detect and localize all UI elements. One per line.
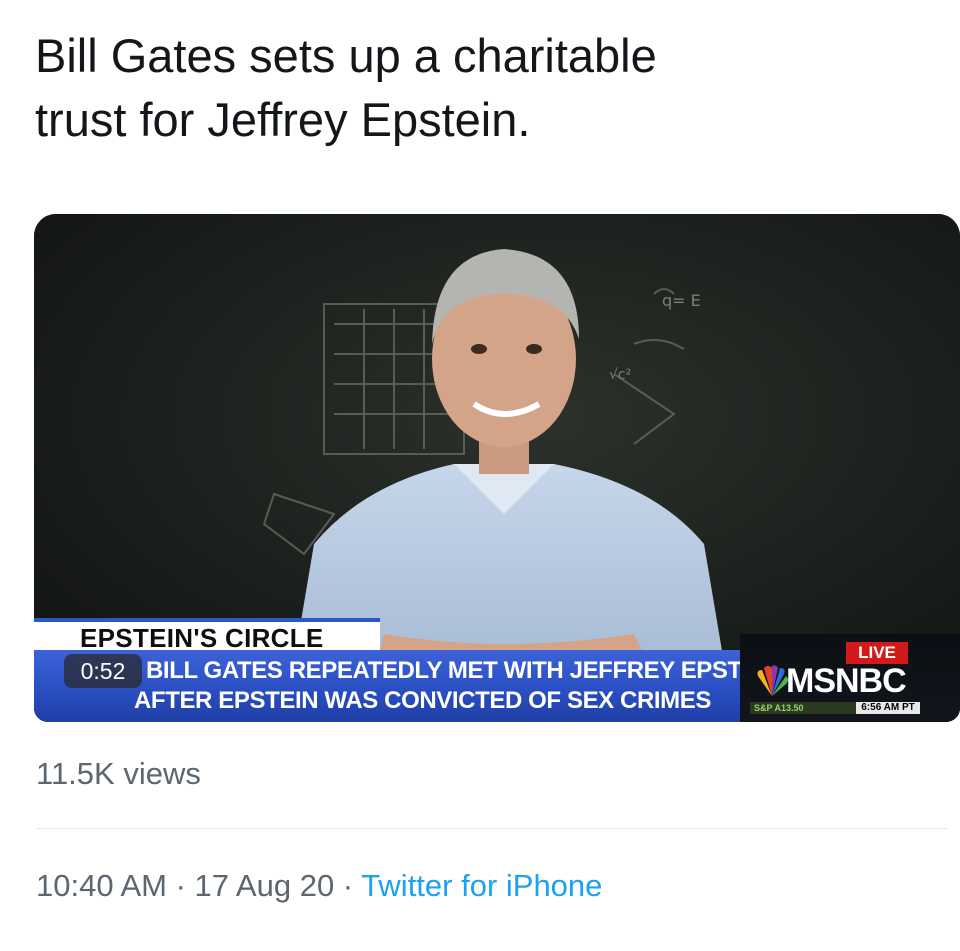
- video-duration-badge: 0:52: [64, 654, 142, 688]
- tweet-source-link[interactable]: Twitter for iPhone: [361, 868, 602, 903]
- tweet-text-line-2: trust for Jeffrey Epstein.: [35, 93, 531, 146]
- divider: [36, 828, 948, 829]
- video-player[interactable]: q= E √c² EPSTEIN'S CIRCLE BILL GATES REP…: [34, 214, 960, 722]
- tweet-date[interactable]: 17 Aug 20: [195, 868, 335, 903]
- view-count: 11.5K views: [36, 756, 201, 791]
- separator: ·: [166, 868, 195, 903]
- live-badge: LIVE: [846, 642, 908, 664]
- lower-third-title: EPSTEIN'S CIRCLE: [34, 618, 380, 653]
- headline-line-1: BILL GATES REPEATEDLY MET WITH JEFFREY E…: [146, 657, 781, 684]
- broadcast-clock: 6:56 AM PT: [856, 702, 920, 714]
- separator: ·: [334, 868, 362, 903]
- tweet-text: Bill Gates sets up a charitable trust fo…: [35, 24, 915, 152]
- headline-line-2: AFTER EPSTEIN WAS CONVICTED OF SEX CRIME…: [134, 687, 711, 714]
- network-name: MSNBC: [786, 662, 907, 700]
- chalk-formula-2: √c²: [609, 367, 631, 383]
- chalk-formula-1: q= E: [662, 291, 701, 310]
- tweet-time[interactable]: 10:40 AM: [36, 868, 167, 903]
- tweet-text-line-1: Bill Gates sets up a charitable: [35, 29, 657, 82]
- stock-ticker: S&P A13.50: [750, 702, 856, 714]
- tweet-metadata: 10:40 AM · 17 Aug 20 · Twitter for iPhon…: [36, 868, 602, 904]
- peacock-logo-icon: [757, 665, 788, 696]
